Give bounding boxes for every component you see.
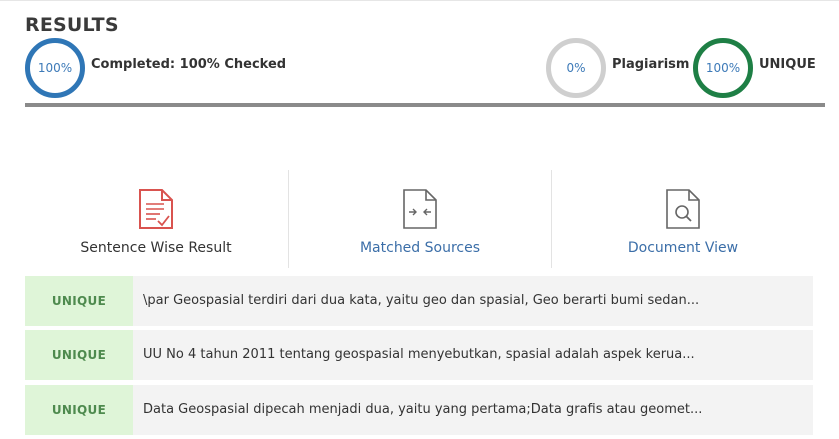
plagiarism-percent: 0%: [566, 61, 586, 75]
sentence-text: \par Geospasial terdiri dari dua kata, y…: [143, 293, 700, 308]
result-row[interactable]: UNIQUE UU No 4 tahun 2011 tentang geospa…: [25, 330, 813, 380]
completed-label: Completed: 100% Checked: [91, 57, 287, 72]
result-row[interactable]: UNIQUE Data Geospasial dipecah menjadi d…: [25, 385, 813, 435]
status-badge: UNIQUE: [25, 385, 133, 435]
completed-percent: 100%: [37, 61, 73, 75]
tab-sentence-wise-result[interactable]: Sentence Wise Result: [25, 170, 287, 268]
status-badge: UNIQUE: [25, 276, 133, 326]
plagiarism-label: Plagiarism: [612, 57, 690, 72]
top-border: [0, 0, 839, 1]
completed-progress-ring: 100%: [25, 38, 85, 98]
tab-matched-sources[interactable]: Matched Sources: [289, 170, 551, 268]
tab-label-sentence-wise-result: Sentence Wise Result: [80, 240, 232, 256]
results-title: RESULTS: [25, 14, 119, 36]
status-badge: UNIQUE: [25, 330, 133, 380]
tab-label-document-view: Document View: [627, 240, 739, 256]
document-check-icon: [138, 188, 174, 234]
tab-label-matched-sources: Matched Sources: [359, 240, 481, 256]
unique-percent: 100%: [705, 61, 741, 75]
unique-ring: 100%: [693, 38, 753, 98]
sentence-text: Data Geospasial dipecah menjadi dua, yai…: [143, 402, 703, 417]
plagiarism-ring: 0%: [546, 38, 606, 98]
document-search-icon: [665, 188, 701, 234]
document-compare-icon: [402, 188, 438, 234]
tab-document-view[interactable]: Document View: [552, 170, 814, 268]
result-row[interactable]: UNIQUE \par Geospasial terdiri dari dua …: [25, 276, 813, 326]
unique-label: UNIQUE: [759, 57, 816, 72]
progress-divider: [25, 103, 825, 107]
sentence-text: UU No 4 tahun 2011 tentang geospasial me…: [143, 347, 695, 362]
